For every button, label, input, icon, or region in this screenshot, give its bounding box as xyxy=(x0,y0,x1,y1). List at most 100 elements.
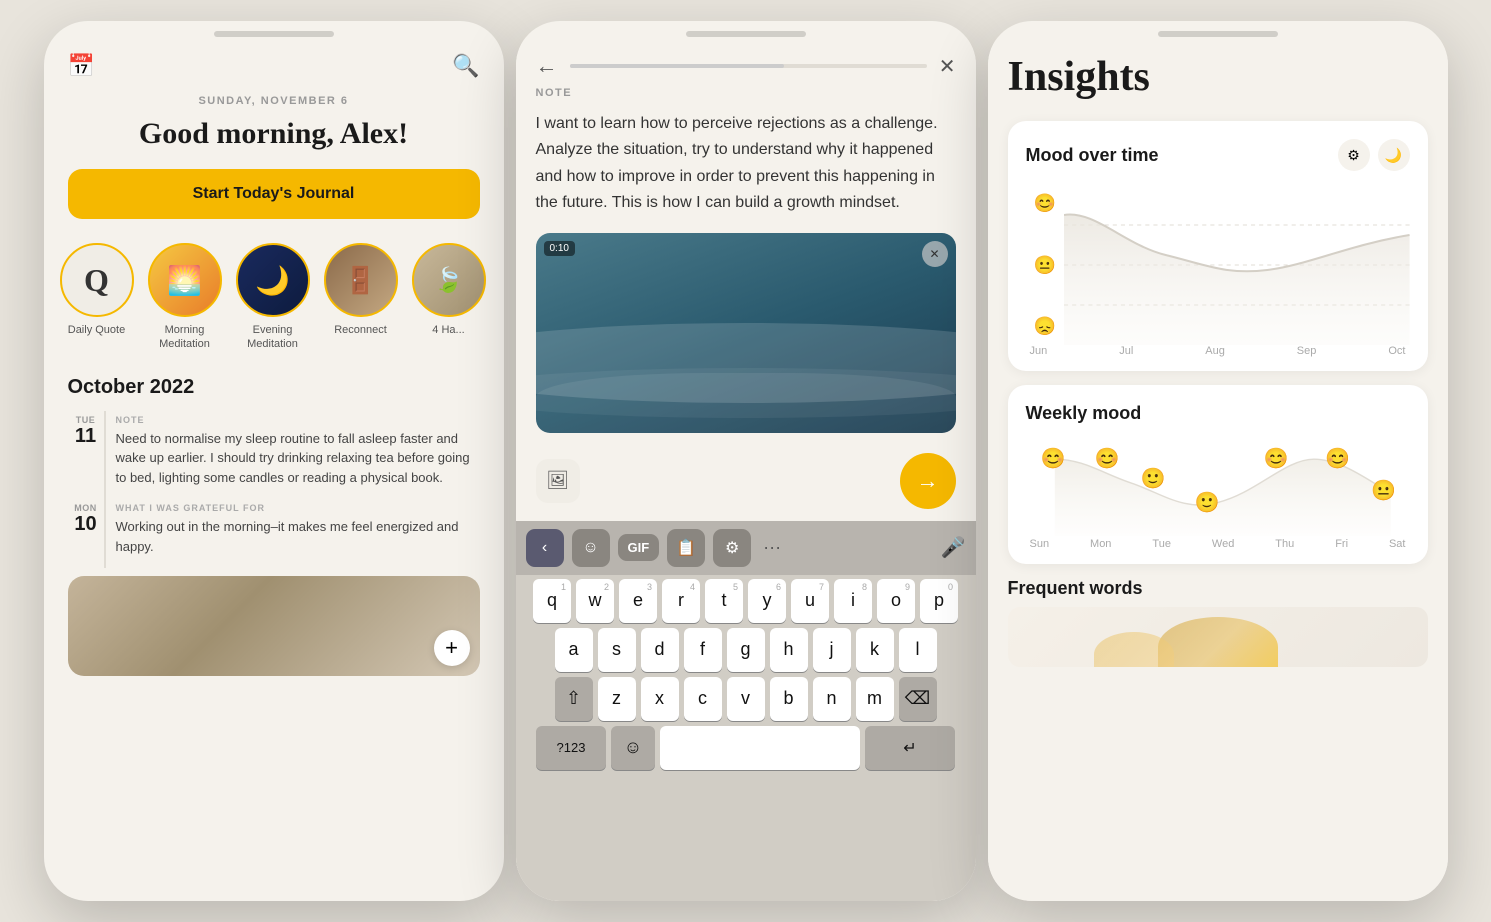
add-entry-button[interactable]: + xyxy=(434,630,470,666)
note-text-content[interactable]: I want to learn how to perceive rejectio… xyxy=(516,107,976,233)
key-n[interactable]: n xyxy=(813,677,851,721)
key-s[interactable]: s xyxy=(598,628,636,672)
key-h[interactable]: h xyxy=(770,628,808,672)
activity-circles: Q Daily Quote 🌅 Morning Meditation 🌙 Eve… xyxy=(44,243,504,368)
calendar-icon[interactable]: 📅 xyxy=(68,53,95,79)
frequent-words-chart xyxy=(1008,607,1428,667)
key-l[interactable]: l xyxy=(899,628,937,672)
emoji-neutral: 😐 xyxy=(1034,255,1056,276)
key-d[interactable]: d xyxy=(641,628,679,672)
weekly-mood-chart-area: 😊 😊 🙂 🙂 😊 😊 😐 xyxy=(1026,438,1410,538)
keyboard-settings-tool[interactable]: ⚙ xyxy=(713,529,751,567)
circle-image-reconnect: 🚪 xyxy=(324,243,398,317)
keyboard-clipboard-tool[interactable]: 📋 xyxy=(667,529,705,567)
back-button[interactable]: ← xyxy=(536,53,558,79)
insights-title: Insights xyxy=(1008,53,1428,101)
key-v[interactable]: v xyxy=(727,677,765,721)
circle-image-morning: 🌅 xyxy=(148,243,222,317)
x-label-sep: Sep xyxy=(1297,345,1317,357)
frequent-words-title: Frequent words xyxy=(1008,578,1428,599)
weekly-label-tue: Tue xyxy=(1152,538,1171,550)
key-shift[interactable]: ⇧ xyxy=(555,677,593,721)
send-button[interactable]: → xyxy=(900,453,956,509)
weekly-label-sun: Sun xyxy=(1030,538,1050,550)
key-c[interactable]: c xyxy=(684,677,722,721)
mood-over-time-chart xyxy=(1064,185,1410,345)
close-button[interactable]: ✕ xyxy=(939,54,956,79)
weekly-label-mon: Mon xyxy=(1090,538,1111,550)
weekly-label-thu: Thu xyxy=(1275,538,1294,550)
circle-daily-quote[interactable]: Q Daily Quote xyxy=(60,243,134,352)
mood-x-labels: Jun Jul Aug Sep Oct xyxy=(1026,345,1410,357)
key-123[interactable]: ?123 xyxy=(536,726,606,770)
x-label-jul: Jul xyxy=(1119,345,1133,357)
home-topbar: 📅 🔍 xyxy=(44,37,504,87)
mood-theme-button[interactable]: 🌙 xyxy=(1378,139,1410,171)
mood-card-header: Mood over time ⚙ 🌙 xyxy=(1026,139,1410,171)
key-i[interactable]: 8i xyxy=(834,579,872,623)
door-icon: 🚪 xyxy=(344,265,376,296)
key-y[interactable]: 6y xyxy=(748,579,786,623)
key-q[interactable]: 1q xyxy=(533,579,571,623)
start-journal-button[interactable]: Start Today's Journal xyxy=(68,169,480,219)
weekly-emoji-sun: 😊 xyxy=(1041,446,1066,471)
circle-evening-meditation[interactable]: 🌙 Evening Meditation xyxy=(236,243,310,352)
video-close-button[interactable]: ✕ xyxy=(922,241,948,267)
entry-date-tue: TUE 11 xyxy=(68,415,104,488)
circle-image-partial: 🍃 xyxy=(412,243,486,317)
mood-card-title: Mood over time xyxy=(1026,145,1159,166)
key-u[interactable]: 7u xyxy=(791,579,829,623)
weekly-card-header: Weekly mood xyxy=(1026,403,1410,424)
key-p[interactable]: 0p xyxy=(920,579,958,623)
search-icon[interactable]: 🔍 xyxy=(452,53,479,79)
circle-label-partial: 4 Ha... xyxy=(432,323,464,337)
editor-topbar: ← ✕ xyxy=(516,37,976,87)
circle-reconnect[interactable]: 🚪 Reconnect xyxy=(324,243,398,352)
key-b[interactable]: b xyxy=(770,677,808,721)
key-space[interactable] xyxy=(660,726,860,770)
weekly-emoji-fri: 😊 xyxy=(1325,446,1350,471)
key-w[interactable]: 2w xyxy=(576,579,614,623)
key-a[interactable]: a xyxy=(555,628,593,672)
key-j[interactable]: j xyxy=(813,628,851,672)
key-backspace[interactable]: ⌫ xyxy=(899,677,937,721)
keyboard-back-tool[interactable]: ‹ xyxy=(526,529,564,567)
image-attach-button[interactable]: 🖼 xyxy=(536,459,580,503)
key-x[interactable]: x xyxy=(641,677,679,721)
key-emoji[interactable]: ☺ xyxy=(611,726,655,770)
mood-settings-button[interactable]: ⚙ xyxy=(1338,139,1370,171)
weekly-emoji-thu: 😊 xyxy=(1264,446,1289,471)
key-k[interactable]: k xyxy=(856,628,894,672)
key-return[interactable]: ↵ xyxy=(865,726,955,770)
weekly-label-sat: Sat xyxy=(1389,538,1406,550)
key-g[interactable]: g xyxy=(727,628,765,672)
key-r[interactable]: 4r xyxy=(662,579,700,623)
partial-icon: 🍃 xyxy=(434,266,464,295)
sunrise-icon: 🌅 xyxy=(167,264,202,297)
key-f[interactable]: f xyxy=(684,628,722,672)
weekly-emoji-tue: 🙂 xyxy=(1141,466,1166,491)
weekly-mood-card: Weekly mood xyxy=(1008,385,1428,564)
greeting-text: Good morning, Alex! xyxy=(68,117,480,151)
weekly-x-labels: Sun Mon Tue Wed Thu Fri Sat xyxy=(1026,538,1410,550)
weekly-emoji-mon: 😊 xyxy=(1095,446,1120,471)
keyboard-row-1: 1q 2w 3e 4r 5t 6y 7u 8i 9o 0p xyxy=(520,579,972,623)
key-e[interactable]: 3e xyxy=(619,579,657,623)
keyboard-gif-button[interactable]: GIF xyxy=(618,534,660,561)
mood-y-axis: 😊 😐 😞 xyxy=(1026,185,1064,345)
frequent-words-section: Frequent words xyxy=(1008,578,1428,667)
circle-label-morning: Morning Meditation xyxy=(148,323,222,352)
emoji-happy: 😊 xyxy=(1034,193,1056,214)
current-date: SUNDAY, NOVEMBER 6 xyxy=(44,95,504,107)
circle-label-evening: Evening Meditation xyxy=(236,323,310,352)
keyboard-emoji-tool[interactable]: ☺ xyxy=(572,529,610,567)
key-m[interactable]: m xyxy=(856,677,894,721)
key-z[interactable]: z xyxy=(598,677,636,721)
circle-morning-meditation[interactable]: 🌅 Morning Meditation xyxy=(148,243,222,352)
x-label-jun: Jun xyxy=(1030,345,1048,357)
key-t[interactable]: 5t xyxy=(705,579,743,623)
keyboard-mic-icon[interactable]: 🎤 xyxy=(941,535,966,560)
key-o[interactable]: 9o xyxy=(877,579,915,623)
circle-partial[interactable]: 🍃 4 Ha... xyxy=(412,243,486,352)
video-attachment: 0:10 ✕ xyxy=(536,233,956,433)
